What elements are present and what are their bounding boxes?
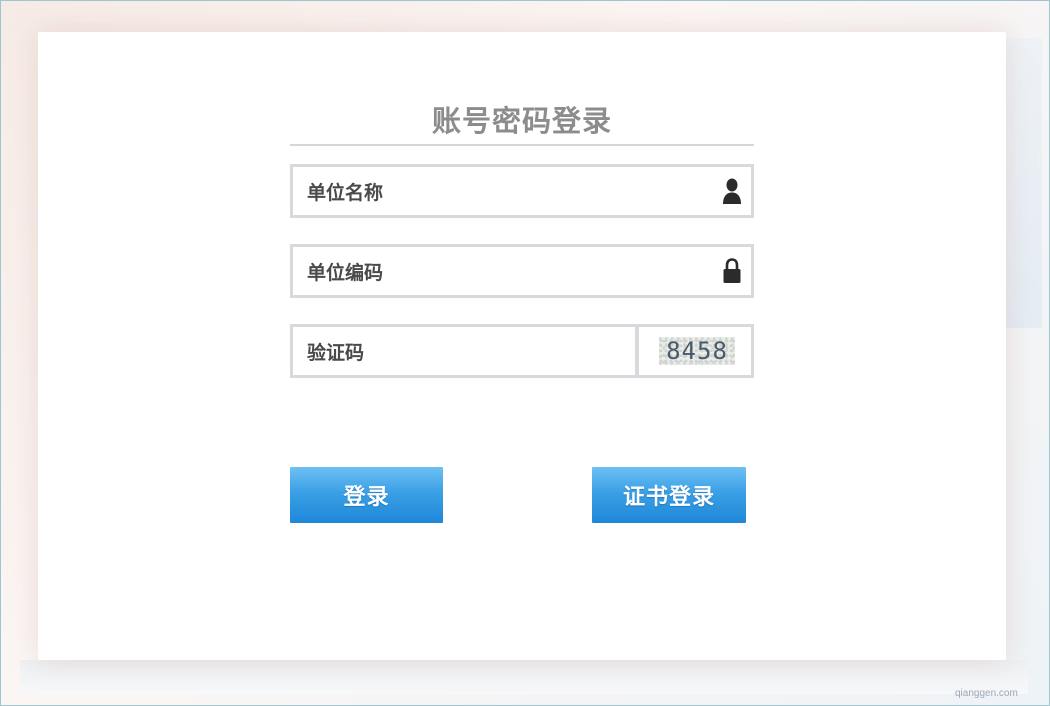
login-button[interactable]: 登录 xyxy=(290,467,443,523)
unit-name-placeholder: 单位名称 xyxy=(307,182,384,204)
background-band-bottom xyxy=(20,660,1028,694)
unit-code-field[interactable]: 单位编码 xyxy=(290,244,754,298)
captcha-placeholder: 验证码 xyxy=(307,342,365,364)
lock-icon xyxy=(723,258,741,283)
captcha-image-box[interactable]: 8458 xyxy=(636,324,754,378)
watermark-text: qianggen.com xyxy=(955,688,1018,699)
captcha-image[interactable]: 8458 xyxy=(659,337,735,365)
title-divider xyxy=(290,144,754,146)
certificate-login-button[interactable]: 证书登录 xyxy=(592,467,746,523)
background-band-right xyxy=(1006,38,1042,328)
login-title: 账号密码登录 xyxy=(431,104,612,138)
user-icon xyxy=(723,178,741,204)
unit-name-field[interactable]: 单位名称 xyxy=(290,164,754,218)
unit-code-placeholder: 单位编码 xyxy=(307,262,384,284)
captcha-field[interactable]: 验证码 xyxy=(290,324,638,378)
